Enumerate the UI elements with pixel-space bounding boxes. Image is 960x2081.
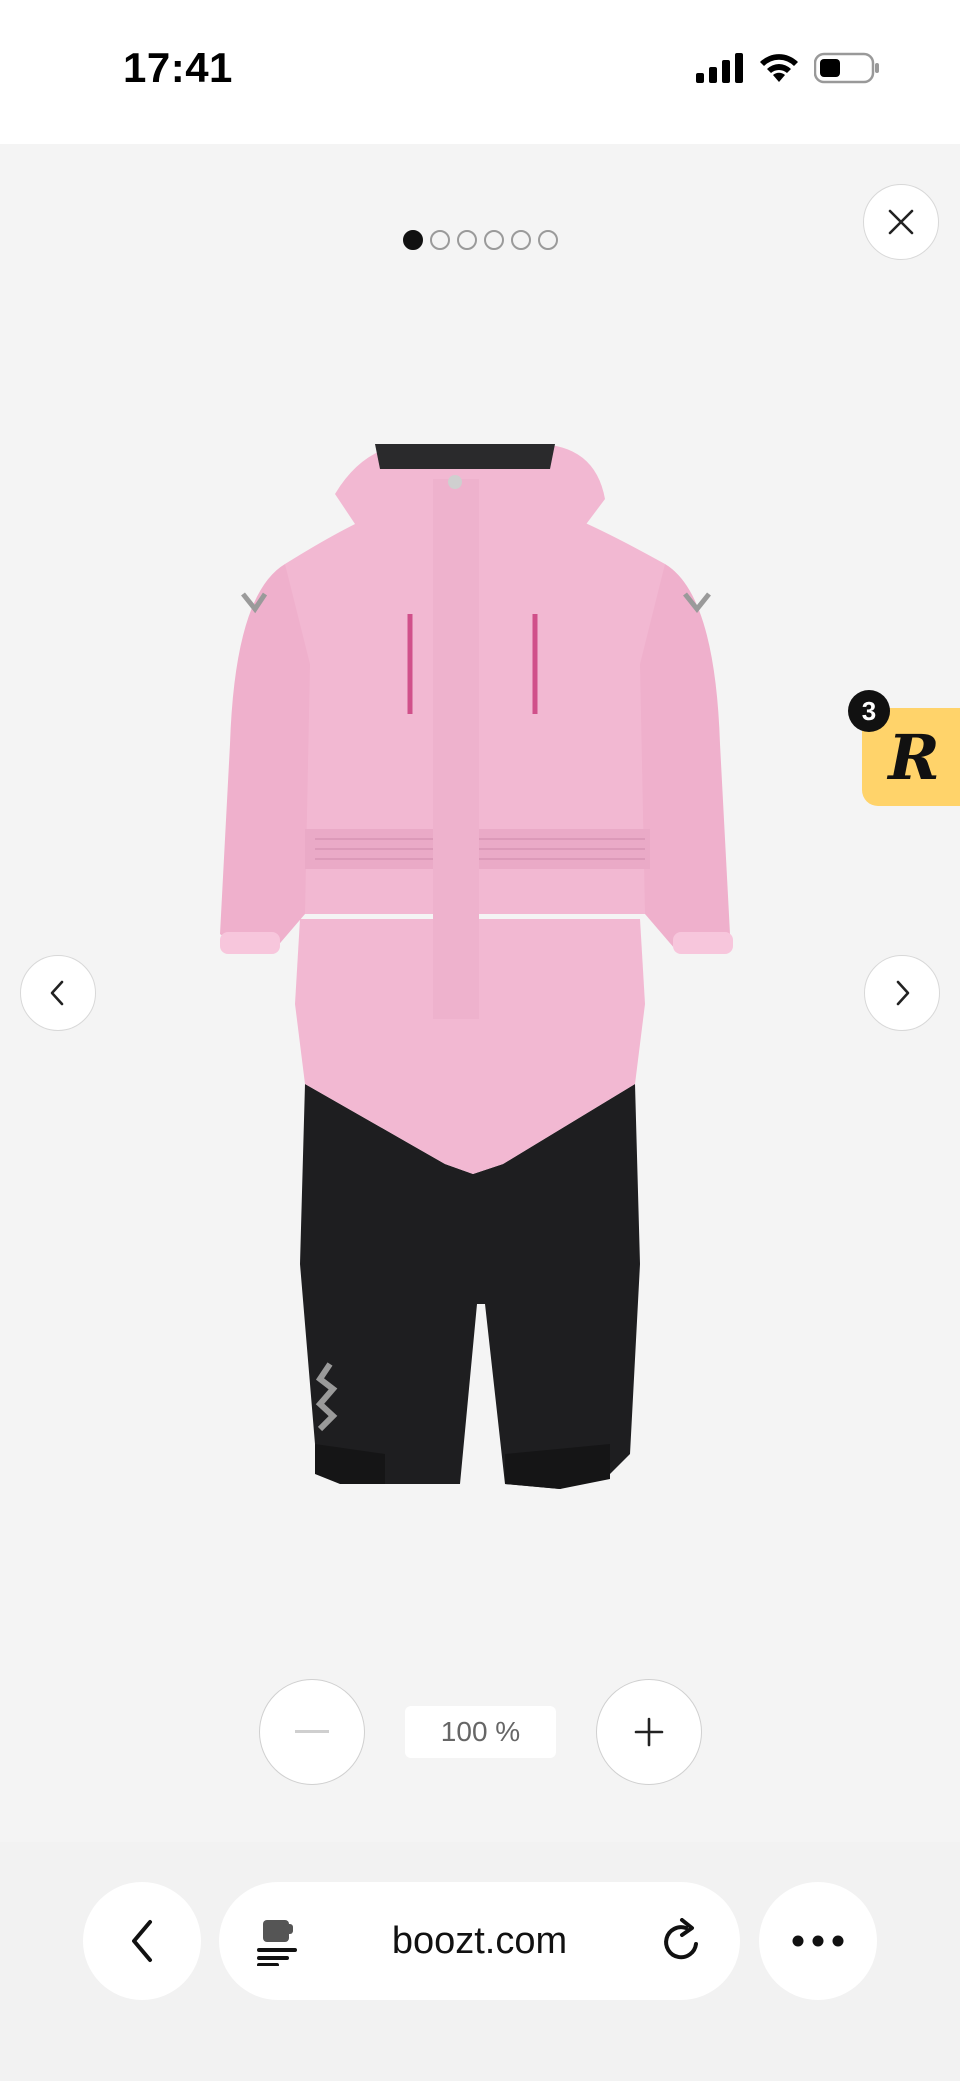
wifi-icon	[760, 54, 798, 82]
zoom-in-button[interactable]	[596, 1679, 702, 1785]
pagination-dot[interactable]	[456, 230, 477, 250]
status-bar: 17:41	[0, 0, 960, 144]
chevron-right-icon	[896, 980, 910, 1006]
rewards-badge[interactable]: R 3	[848, 690, 960, 806]
pagination-dots	[0, 230, 960, 250]
browser-back-button[interactable]	[83, 1882, 201, 2000]
status-icons	[696, 52, 880, 84]
minus-icon	[295, 1730, 329, 1733]
pagination-dot[interactable]	[429, 230, 450, 250]
rewards-count: 3	[848, 690, 890, 732]
chevron-left-icon	[132, 1920, 152, 1962]
reload-icon[interactable]	[660, 1918, 704, 1964]
rewards-logo: R	[888, 720, 940, 794]
plus-icon	[634, 1717, 664, 1747]
browser-toolbar: boozt.com	[0, 1842, 960, 2081]
zoom-out-button[interactable]	[259, 1679, 365, 1785]
chevron-left-icon	[50, 980, 64, 1006]
status-time: 17:41	[123, 44, 233, 91]
close-button[interactable]	[863, 184, 939, 260]
pagination-dot[interactable]	[483, 230, 504, 250]
pagination-dot[interactable]	[402, 230, 423, 250]
pagination-dot[interactable]	[510, 230, 531, 250]
close-icon	[888, 209, 914, 235]
next-image-button[interactable]	[864, 955, 940, 1031]
product-image-panel	[0, 354, 960, 1619]
zoom-level: 100 %	[405, 1706, 556, 1758]
more-options-button[interactable]	[759, 1882, 877, 2000]
more-dots-icon	[792, 1935, 844, 1947]
battery-icon	[814, 52, 879, 84]
address-bar[interactable]: boozt.com	[219, 1882, 740, 2000]
zoom-controls: 100 %	[0, 1679, 960, 1789]
signal-icon	[696, 53, 743, 83]
pagination-dot[interactable]	[537, 230, 558, 250]
product-image[interactable]	[215, 444, 745, 1579]
previous-image-button[interactable]	[20, 955, 96, 1031]
image-gallery: R 3 100 %	[0, 144, 960, 1842]
